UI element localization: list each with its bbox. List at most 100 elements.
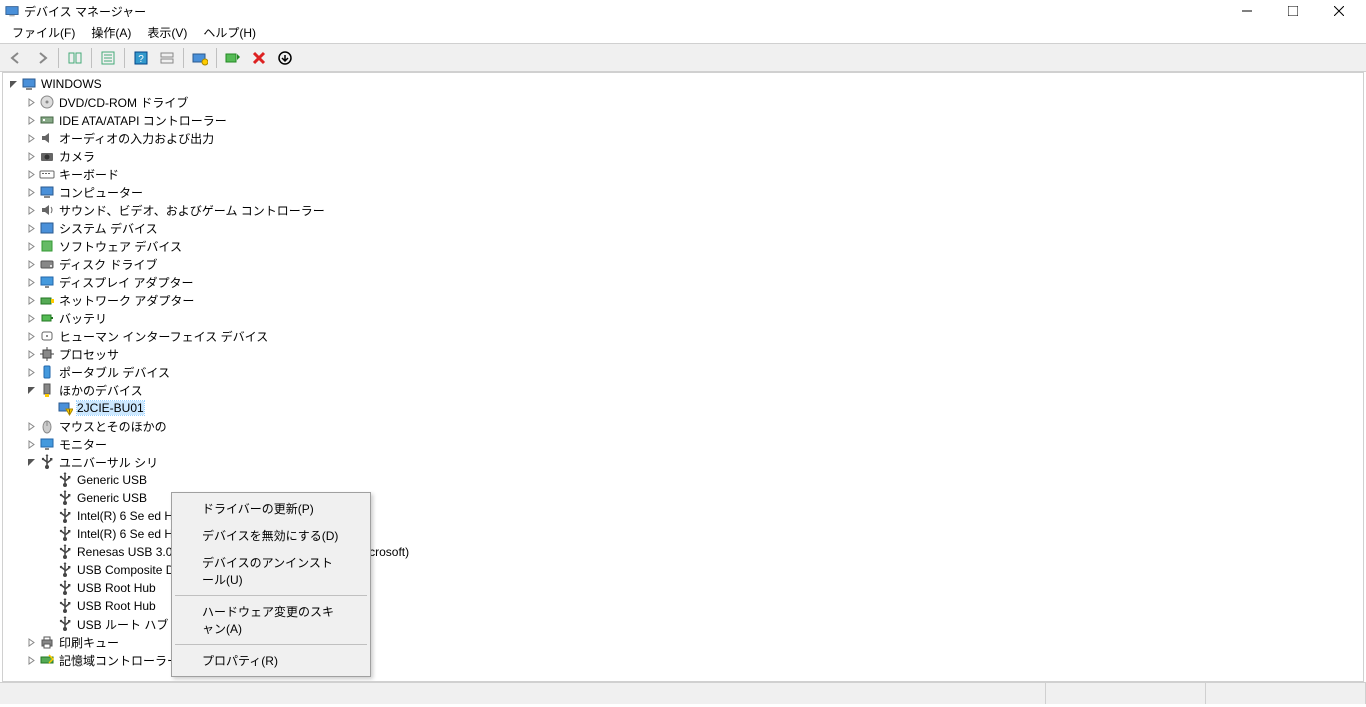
category-usb[interactable]: ユニバーサル シリ [3,453,1363,471]
expand-icon[interactable] [25,168,37,180]
expand-icon[interactable] [25,366,37,378]
menu-help[interactable]: ヘルプ(H) [195,22,264,43]
category-node[interactable]: IDE ATA/ATAPI コントローラー [3,111,1363,129]
device-tree-container[interactable]: WINDOWSDVD/CD-ROM ドライブIDE ATA/ATAPI コントロ… [2,72,1364,682]
expand-icon[interactable] [25,420,37,432]
category-node[interactable]: DVD/CD-ROM ドライブ [3,93,1363,111]
collapse-icon[interactable] [7,78,19,90]
category-node[interactable]: ディスプレイ アダプター [3,273,1363,291]
expand-icon[interactable] [25,186,37,198]
toolbar-separator [58,48,59,68]
collapse-icon[interactable] [25,384,37,396]
system-icon [39,220,55,236]
toolbar-separator [91,48,92,68]
tree-node-label: 記憶域コントローラー [59,652,179,669]
ctx-scan-hardware[interactable]: ハードウェア変更のスキャン(A) [174,598,368,642]
category-node[interactable]: オーディオの入力および出力 [3,129,1363,147]
back-button[interactable] [4,46,28,70]
keyboard-icon [39,166,55,182]
menu-file[interactable]: ファイル(F) [4,22,83,43]
tree-node-label: Generic USB [77,473,147,487]
expand-icon[interactable] [25,438,37,450]
expand-icon[interactable] [25,96,37,108]
category-node[interactable]: プロセッサ [3,345,1363,363]
expand-icon[interactable] [25,204,37,216]
device-2jcie-bu01[interactable]: !2JCIE-BU01 [3,399,1363,417]
battery-icon [39,310,55,326]
disable-button[interactable] [273,46,297,70]
forward-button[interactable] [30,46,54,70]
ctx-disable-device[interactable]: デバイスを無効にする(D) [174,522,368,549]
category-node[interactable]: マウスとそのほかの [3,417,1363,435]
category-node[interactable]: コンピューター [3,183,1363,201]
category-node[interactable]: モニター [3,435,1363,453]
expand-icon[interactable] [25,114,37,126]
tree-node-label: カメラ [59,148,95,165]
expand-icon[interactable] [25,330,37,342]
category-node[interactable]: ネットワーク アダプター [3,291,1363,309]
expand-icon[interactable] [25,654,37,666]
category-node[interactable]: ヒューマン インターフェイス デバイス [3,327,1363,345]
menu-action[interactable]: 操作(A) [83,22,139,43]
window-title: デバイス マネージャー [24,3,1224,20]
category-node[interactable]: バッテリ [3,309,1363,327]
computer-icon [21,76,37,92]
category-node[interactable]: システム デバイス [3,219,1363,237]
tree-node-label: ディスプレイ アダプター [59,274,194,291]
minimize-button[interactable] [1224,0,1270,22]
tree-node-label: DVD/CD-ROM ドライブ [59,94,188,111]
category-node[interactable]: ポータブル デバイス [3,363,1363,381]
category-other-devices[interactable]: ほかのデバイス [3,381,1363,399]
window-controls [1224,0,1362,22]
category-node[interactable]: ソフトウェア デバイス [3,237,1363,255]
mouse-icon [39,418,55,434]
collapse-icon[interactable] [25,456,37,468]
storage-icon [39,652,55,668]
update-driver-button[interactable] [221,46,245,70]
ctx-update-driver[interactable]: ドライバーの更新(P) [174,495,368,522]
toolbar-separator [183,48,184,68]
category-node[interactable]: ディスク ドライブ [3,255,1363,273]
usb-icon [57,526,73,542]
tree-node-label: 2JCIE-BU01 [77,401,144,415]
svg-text:?: ? [138,54,144,65]
properties-button[interactable] [96,46,120,70]
show-hide-console-button[interactable] [63,46,87,70]
expand-icon[interactable] [25,312,37,324]
title-bar: デバイス マネージャー [0,0,1366,22]
other-icon [39,382,55,398]
expand-icon[interactable] [25,222,37,234]
disc-icon [39,94,55,110]
expand-icon[interactable] [25,150,37,162]
uninstall-button[interactable] [247,46,271,70]
category-node[interactable]: キーボード [3,165,1363,183]
status-bar [0,682,1366,704]
ctx-properties[interactable]: プロパティ(R) [174,647,368,674]
category-node[interactable]: サウンド、ビデオ、およびゲーム コントローラー [3,201,1363,219]
expand-icon[interactable] [25,636,37,648]
scan-hardware-button[interactable] [188,46,212,70]
ctx-uninstall-device[interactable]: デバイスのアンインストール(U) [174,549,368,593]
maximize-button[interactable] [1270,0,1316,22]
root-node[interactable]: WINDOWS [3,75,1363,93]
expand-icon[interactable] [25,132,37,144]
hid-icon [39,328,55,344]
menu-view[interactable]: 表示(V) [139,22,195,43]
usb-icon [57,580,73,596]
category-node[interactable]: カメラ [3,147,1363,165]
expand-icon[interactable] [25,294,37,306]
toolbar-separator [124,48,125,68]
expand-icon[interactable] [25,240,37,252]
tree-node-label: USB Root Hub [77,581,156,595]
usb-device-node[interactable]: Generic USB [3,471,1363,489]
portable-icon [39,364,55,380]
close-button[interactable] [1316,0,1362,22]
help-button[interactable]: ? [129,46,153,70]
expand-icon[interactable] [25,276,37,288]
options-button[interactable] [155,46,179,70]
expand-icon[interactable] [25,348,37,360]
expand-icon[interactable] [25,258,37,270]
tree-node-label: ユニバーサル シリ [59,454,158,471]
tree-node-label: マウスとそのほかの [59,418,167,435]
ctx-separator [175,644,367,645]
